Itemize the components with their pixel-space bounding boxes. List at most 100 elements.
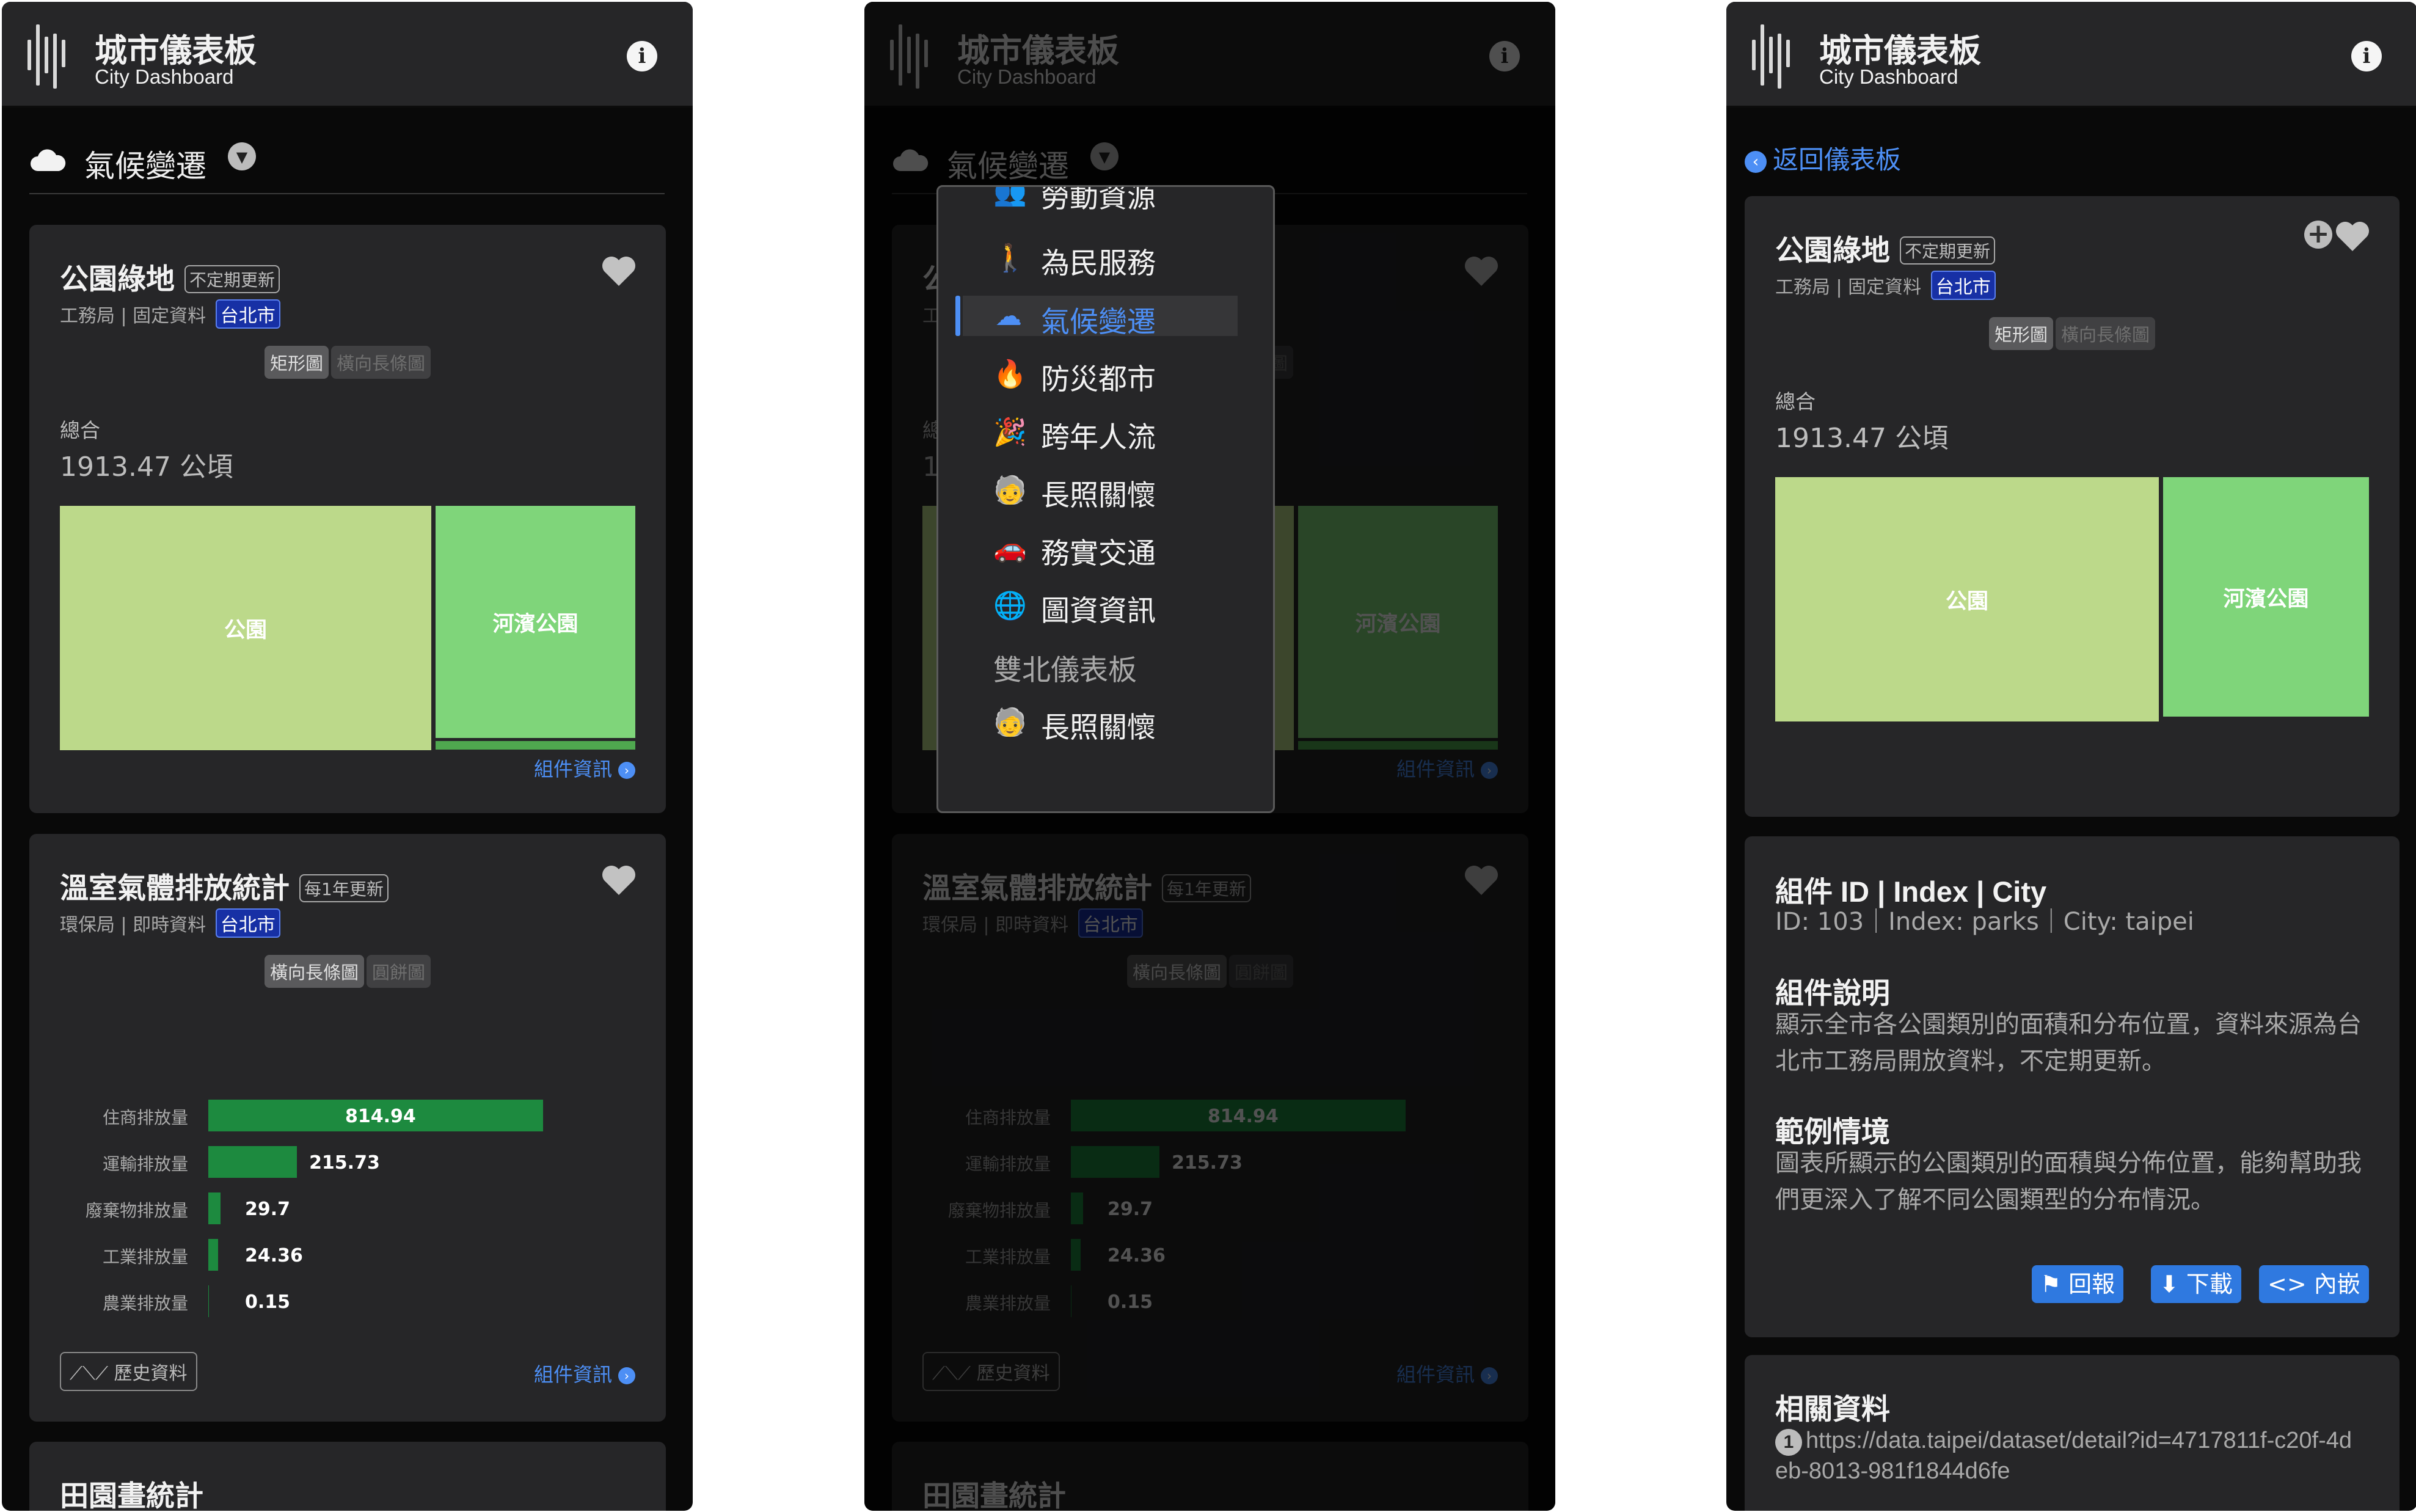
bar-category-label: 住商排放量 [102, 1108, 188, 1128]
bar-value-label: 0.15 [245, 1291, 291, 1313]
heart-icon[interactable] [2335, 221, 2370, 252]
arrow-right-icon: › [618, 1367, 635, 1384]
treemap-cell-park[interactable]: 公園 [1775, 477, 2159, 721]
elderly-icon: 🧓 [993, 475, 1027, 506]
parks-card-detail: 公園綠地 不定期更新 + 工務局 | 固定資料 台北市 矩形圖 橫向長條圖 總合 1… [1745, 196, 2400, 817]
dropdown-item-longterm-care-dual[interactable]: 🧓 長照關懷 [963, 701, 1238, 745]
tab-treemap[interactable]: 矩形圖 [264, 346, 329, 379]
card-title: 公園綠地不定期更新 [60, 255, 280, 298]
dropdown-item-service[interactable]: 🚶 為民服務 [963, 237, 1238, 280]
tab-treemap[interactable]: 矩形圖 [1988, 317, 2053, 350]
report-button[interactable]: ⚑ 回報 [2032, 1265, 2124, 1303]
party-icon: 🎉 [993, 417, 1027, 448]
update-tag: 不定期更新 [184, 265, 280, 293]
sum-value: 1913.47 公頃 [60, 451, 233, 483]
description-title: 組件說明 [1775, 977, 1890, 1010]
component-info-link[interactable]: 組件資訊› [534, 754, 635, 782]
dashboard-view: 城市儀表板 City Dashboard i 氣候變遷 ▼ 公園綠地 不定期更新 … [2, 2, 693, 1511]
heart-icon[interactable] [601, 255, 637, 287]
app-header: 城市儀表板 City Dashboard i [2, 2, 693, 108]
code-icon: <> [2268, 1271, 2314, 1298]
car-icon: 🚗 [993, 533, 1027, 564]
topic-selector[interactable]: 氣候變遷 ▼ [29, 139, 665, 194]
dropdown-item-map[interactable]: 🌐 圖資資訊 [963, 585, 1238, 628]
dropdown-item-longterm-care[interactable]: 🧓 長照關懷 [963, 469, 1238, 513]
treemap-cell-park[interactable]: 公園 [60, 506, 431, 750]
bar-category-label: 廢棄物排放量 [85, 1200, 188, 1221]
elderly-icon: 🧓 [993, 707, 1027, 738]
topic-dropdown: 👥 勞動資源 🚶 為民服務 ☁ 氣候變遷 🔥 防災都市 🎉 跨年人流 🧓 長照關懷 🚗 務實交… [936, 185, 1275, 813]
app-header: 城市儀表板 City Dashboard i [1726, 2, 2416, 108]
dropdown-item-climate[interactable]: ☁ 氣候變遷 [955, 296, 1238, 339]
history-button[interactable]: ⟋⟍⟋ 歷史資料 [60, 1352, 197, 1391]
treemap-cell-riverside-park[interactable]: 河濱公園 [2163, 477, 2369, 717]
card-title: 田園畫統計 [60, 1480, 203, 1511]
dashboard-view-menu-open: 城市儀表板 City Dashboard i 氣候變遷 ▼ 公園綠地不定期更新 … [864, 2, 1555, 1511]
bar-mark[interactable] [208, 1239, 219, 1271]
app-subtitle: City Dashboard [95, 65, 234, 88]
dropdown-item-newyear[interactable]: 🎉 跨年人流 [963, 411, 1238, 455]
download-button[interactable]: ⬇ 下載 [2151, 1265, 2241, 1303]
scenario-title: 範例情境 [1775, 1116, 1890, 1149]
bar-mark[interactable] [208, 1192, 221, 1224]
trend-icon: ⟋⟍⟋ [70, 1363, 114, 1384]
sum-label: 總合 [1775, 390, 1816, 414]
dropdown-item-labor[interactable]: 👥 勞動資源 [963, 187, 1238, 214]
component-info-link[interactable]: 組件資訊› [534, 1359, 635, 1387]
globe-icon: 🌐 [993, 590, 1027, 621]
info-icon[interactable]: i [627, 41, 657, 71]
flag-icon: ⚑ [2040, 1271, 2069, 1298]
dropdown-item-transport[interactable]: 🚗 務實交通 [963, 527, 1238, 571]
cloud-icon: ☁ [995, 301, 1022, 332]
ghg-card: 溫室氣體排放統計每1年更新 環保局 | 即時資料 台北市 橫向長條圖圓餅圖 住商… [29, 834, 666, 1422]
bar-value-label: 215.73 [309, 1152, 380, 1174]
logo-icon [27, 21, 70, 89]
app-subtitle: City Dashboard [1819, 65, 1958, 88]
info-icon[interactable]: i [2351, 41, 2382, 71]
ghg-bar-chart: 住商排放量 814.94 運輸排放量 215.73 廢棄物排放量 29.7 工業排放量 24.… [29, 834, 666, 1422]
add-icon[interactable]: + [2304, 221, 2332, 249]
treemap-cell-small[interactable] [436, 741, 635, 750]
bar-value-label: 29.7 [245, 1199, 291, 1220]
tab-horizontal-bar[interactable]: 橫向長條圖 [331, 346, 431, 379]
topic-label: 氣候變遷 [84, 148, 206, 184]
embed-button[interactable]: <> 內嵌 [2259, 1265, 2369, 1303]
fire-icon: 🔥 [993, 359, 1027, 390]
chart-tabs: 矩形圖橫向長條圖 [29, 346, 666, 379]
bar-category-label: 工業排放量 [102, 1247, 188, 1267]
card-meta: 工務局 | 固定資料 台北市 [60, 299, 280, 329]
dropdown-group-header: 雙北儀表板 [993, 654, 1137, 687]
next-card: 田園畫統計 [29, 1442, 666, 1511]
selected-indicator [955, 296, 960, 336]
chevron-down-icon[interactable]: ▼ [228, 142, 256, 170]
card-title: 公園綠地不定期更新 [1775, 227, 1996, 269]
update-tag: 不定期更新 [1900, 236, 1996, 265]
bar-category-label: 運輸排放量 [102, 1154, 188, 1174]
bar-value-label: 814.94 [345, 1106, 416, 1127]
parks-card: 公園綠地不定期更新 工務局 | 固定資料 台北市 矩形圖橫向長條圖 總合 191… [29, 225, 666, 813]
sum-label: 總合 [60, 418, 100, 442]
id-text: ID: 103｜Index: parks｜City: taipei [1775, 908, 2194, 936]
scenario-text: 圖表所顯示的公園類別的面積與分佈位置，能夠幫助我們更深入了解不同公園類型的分布情… [1775, 1149, 2362, 1214]
bar-category-label: 農業排放量 [102, 1293, 188, 1313]
chart-tabs: 矩形圖橫向長條圖 [1745, 317, 2400, 350]
cloud-icon [31, 149, 66, 171]
dropdown-item-disaster[interactable]: 🔥 防災都市 [963, 353, 1238, 396]
bar-value-label: 24.36 [245, 1245, 303, 1266]
bar-mark[interactable] [208, 1146, 297, 1178]
arrow-right-icon: › [618, 762, 635, 779]
city-badge: 台北市 [215, 299, 280, 329]
app-title: 城市儀表板 [95, 32, 257, 70]
treemap-cell-riverside-park[interactable]: 河濱公園 [436, 506, 635, 738]
related-link[interactable]: 1 https://data.taipei/dataset/detail?id=4… [1775, 1425, 2362, 1486]
related-title: 相關資料 [1775, 1393, 1890, 1426]
service-icon: 🚶 [993, 243, 1027, 274]
app-title: 城市儀表板 [1819, 32, 1981, 70]
sum-value: 1913.47 公頃 [1775, 423, 1949, 454]
arrow-left-icon: ‹ [1745, 150, 1767, 173]
related-data-card: 相關資料 1 https://data.taipei/dataset/detail… [1745, 1355, 2400, 1511]
logo-icon [1752, 21, 1795, 89]
back-to-dashboard-link[interactable]: ‹ 返回儀表板 [1745, 139, 1901, 177]
component-info-card: 組件 ID | Index | City ID: 103｜Index: park… [1745, 836, 2400, 1337]
tab-horizontal-bar[interactable]: 橫向長條圖 [2056, 317, 2156, 350]
